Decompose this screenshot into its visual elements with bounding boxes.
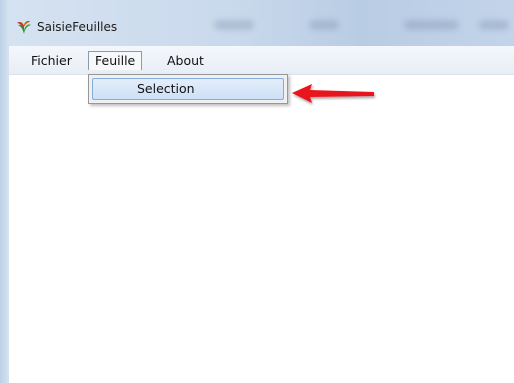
plant-app-icon: [17, 21, 31, 34]
blurred-title-area: [479, 20, 509, 30]
title-bar[interactable]: SaisieFeuilles: [9, 0, 514, 46]
app-window: SaisieFeuilles Fichier Feuille About Sel…: [0, 0, 514, 383]
blurred-title-area: [309, 20, 339, 30]
blurred-title-area: [404, 20, 459, 30]
menu-item-selection[interactable]: Selection: [92, 78, 284, 100]
window-title: SaisieFeuilles: [37, 20, 118, 34]
menu-about[interactable]: About: [161, 51, 210, 70]
menu-feuille[interactable]: Feuille: [88, 51, 143, 70]
main-content-area: [9, 75, 514, 383]
window-frame-left: [0, 0, 9, 383]
blurred-title-area: [214, 20, 254, 30]
feuille-dropdown-menu: Selection: [88, 74, 288, 104]
menu-bar: Fichier Feuille About: [9, 46, 514, 75]
red-arrow-icon: [292, 84, 374, 103]
menu-fichier[interactable]: Fichier: [25, 51, 78, 70]
